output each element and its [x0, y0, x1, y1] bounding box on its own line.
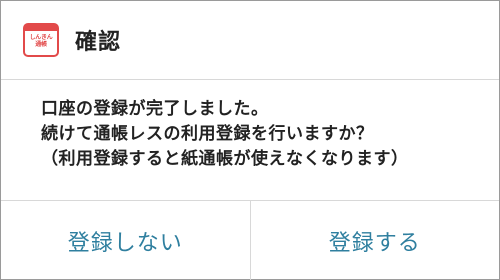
dialog-actions: 登録しない 登録する — [1, 200, 499, 280]
dialog-title-bar: しんきん 通帳 確認 — [1, 1, 499, 80]
dialog-title: 確認 — [75, 30, 122, 55]
bank-app-icon: しんきん 通帳 — [23, 23, 59, 57]
dialog-message: 口座の登録が完了しました。 続けて通帳レスの利用登録を行いますか？ （利用登録す… — [41, 97, 481, 172]
app-icon-header — [25, 25, 57, 31]
message-line-2: 続けて通帳レスの利用登録を行いますか？ — [41, 124, 374, 144]
message-line-1: 口座の登録が完了しました。 — [41, 99, 269, 119]
app-icon-text: しんきん 通帳 — [29, 34, 53, 48]
confirm-dialog: しんきん 通帳 確認 口座の登録が完了しました。 続けて通帳レスの利用登録を行いま… — [0, 0, 500, 280]
message-line-3: （利用登録すると紙通帳が使えなくなります） — [41, 149, 409, 169]
decline-register-button[interactable]: 登録しない — [1, 201, 250, 280]
register-button[interactable]: 登録する — [251, 201, 500, 280]
